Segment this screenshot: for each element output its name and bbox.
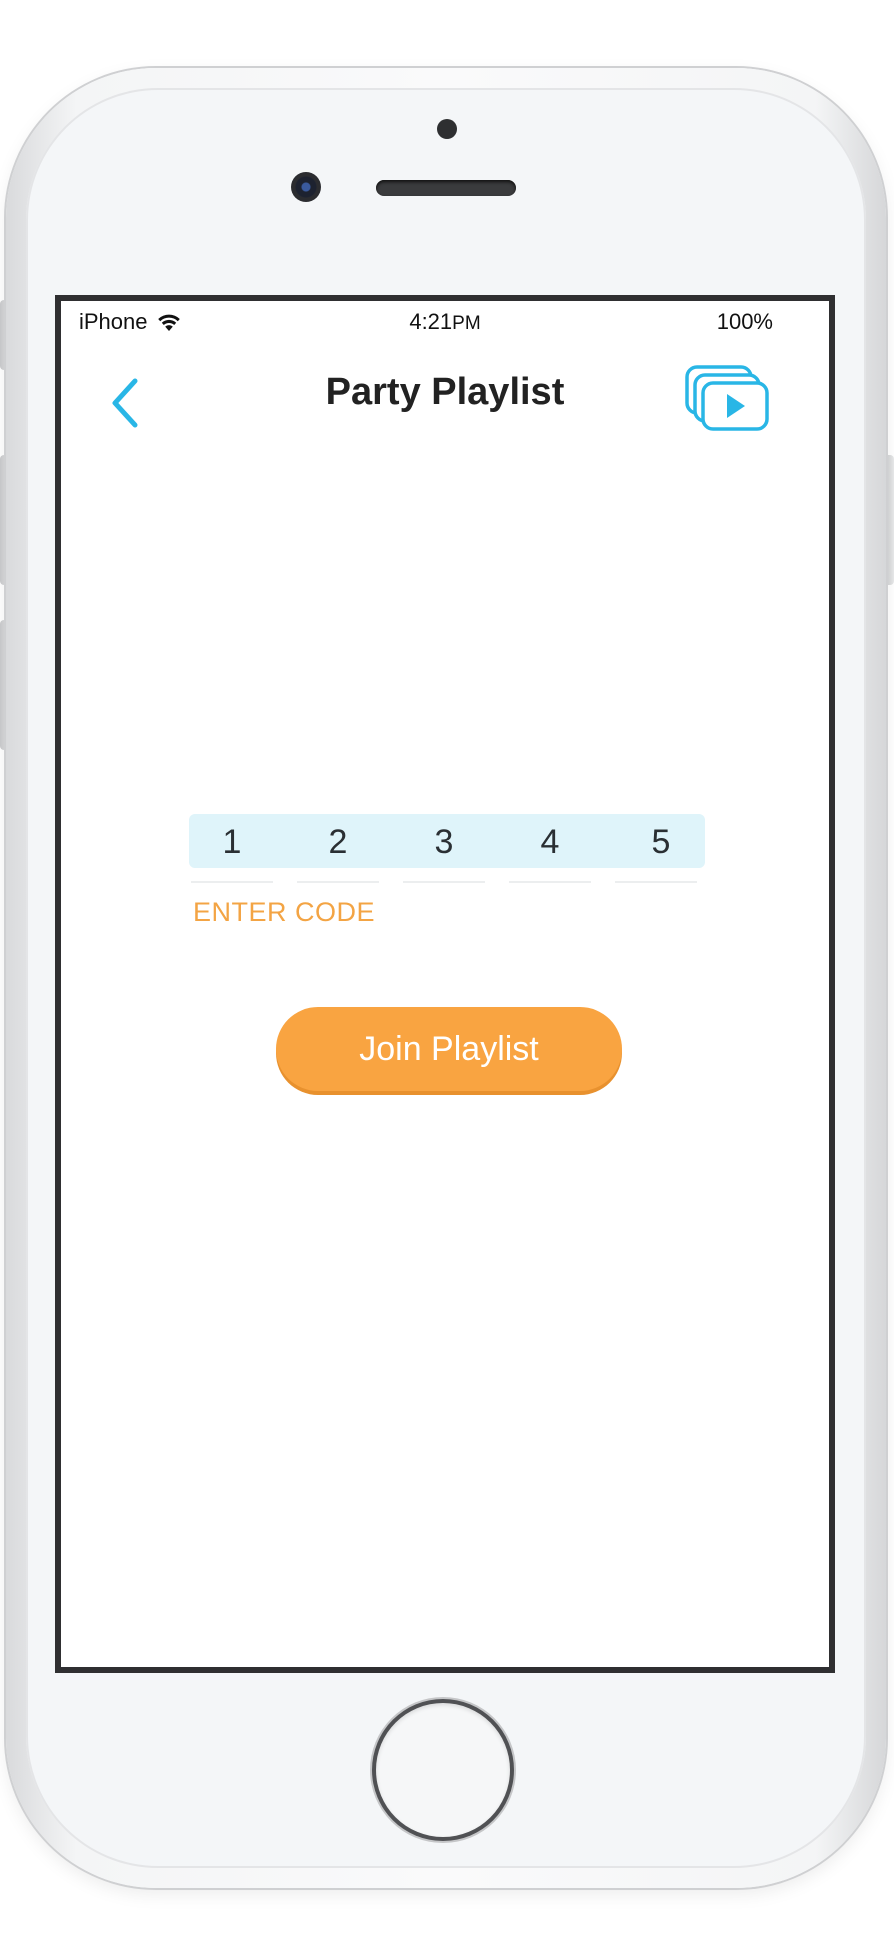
chevron-left-icon bbox=[105, 378, 145, 437]
proximity-sensor bbox=[437, 119, 457, 139]
enter-code-label: ENTER CODE bbox=[193, 897, 376, 927]
code-digit-2: 2 bbox=[328, 823, 348, 861]
navigation-bar: Party Playlist bbox=[61, 361, 829, 451]
code-digit-4: 4 bbox=[540, 823, 560, 861]
code-underline-1 bbox=[191, 881, 273, 883]
status-time-suffix: PM bbox=[452, 313, 481, 334]
code-digit-1: 1 bbox=[222, 823, 242, 861]
battery-percentage: 100% bbox=[716, 309, 773, 334]
stacked-video-play-icon bbox=[683, 365, 771, 439]
status-time: 4:21PM bbox=[61, 309, 829, 335]
status-time-hour: 4:21 bbox=[409, 309, 453, 334]
device-mockup: iPhone 4:21PM 100% Party Playlist 1 2 3 … bbox=[0, 0, 894, 1955]
code-underline-5 bbox=[615, 881, 697, 883]
home-button[interactable] bbox=[376, 1703, 510, 1837]
code-digit-5: 5 bbox=[651, 823, 671, 861]
code-underline-2 bbox=[297, 881, 379, 883]
code-digit-3: 3 bbox=[434, 823, 454, 861]
front-camera bbox=[291, 172, 321, 202]
code-input-field[interactable]: 1 2 3 4 5 bbox=[189, 814, 705, 868]
app-screen: iPhone 4:21PM 100% Party Playlist 1 2 3 … bbox=[55, 295, 835, 1673]
earpiece-speaker bbox=[376, 180, 516, 196]
code-underline-3 bbox=[403, 881, 485, 883]
join-playlist-button[interactable]: Join Playlist bbox=[276, 1007, 622, 1091]
playlists-button[interactable] bbox=[683, 363, 771, 435]
status-bar: iPhone 4:21PM 100% bbox=[61, 301, 829, 345]
code-underline-4 bbox=[509, 881, 591, 883]
